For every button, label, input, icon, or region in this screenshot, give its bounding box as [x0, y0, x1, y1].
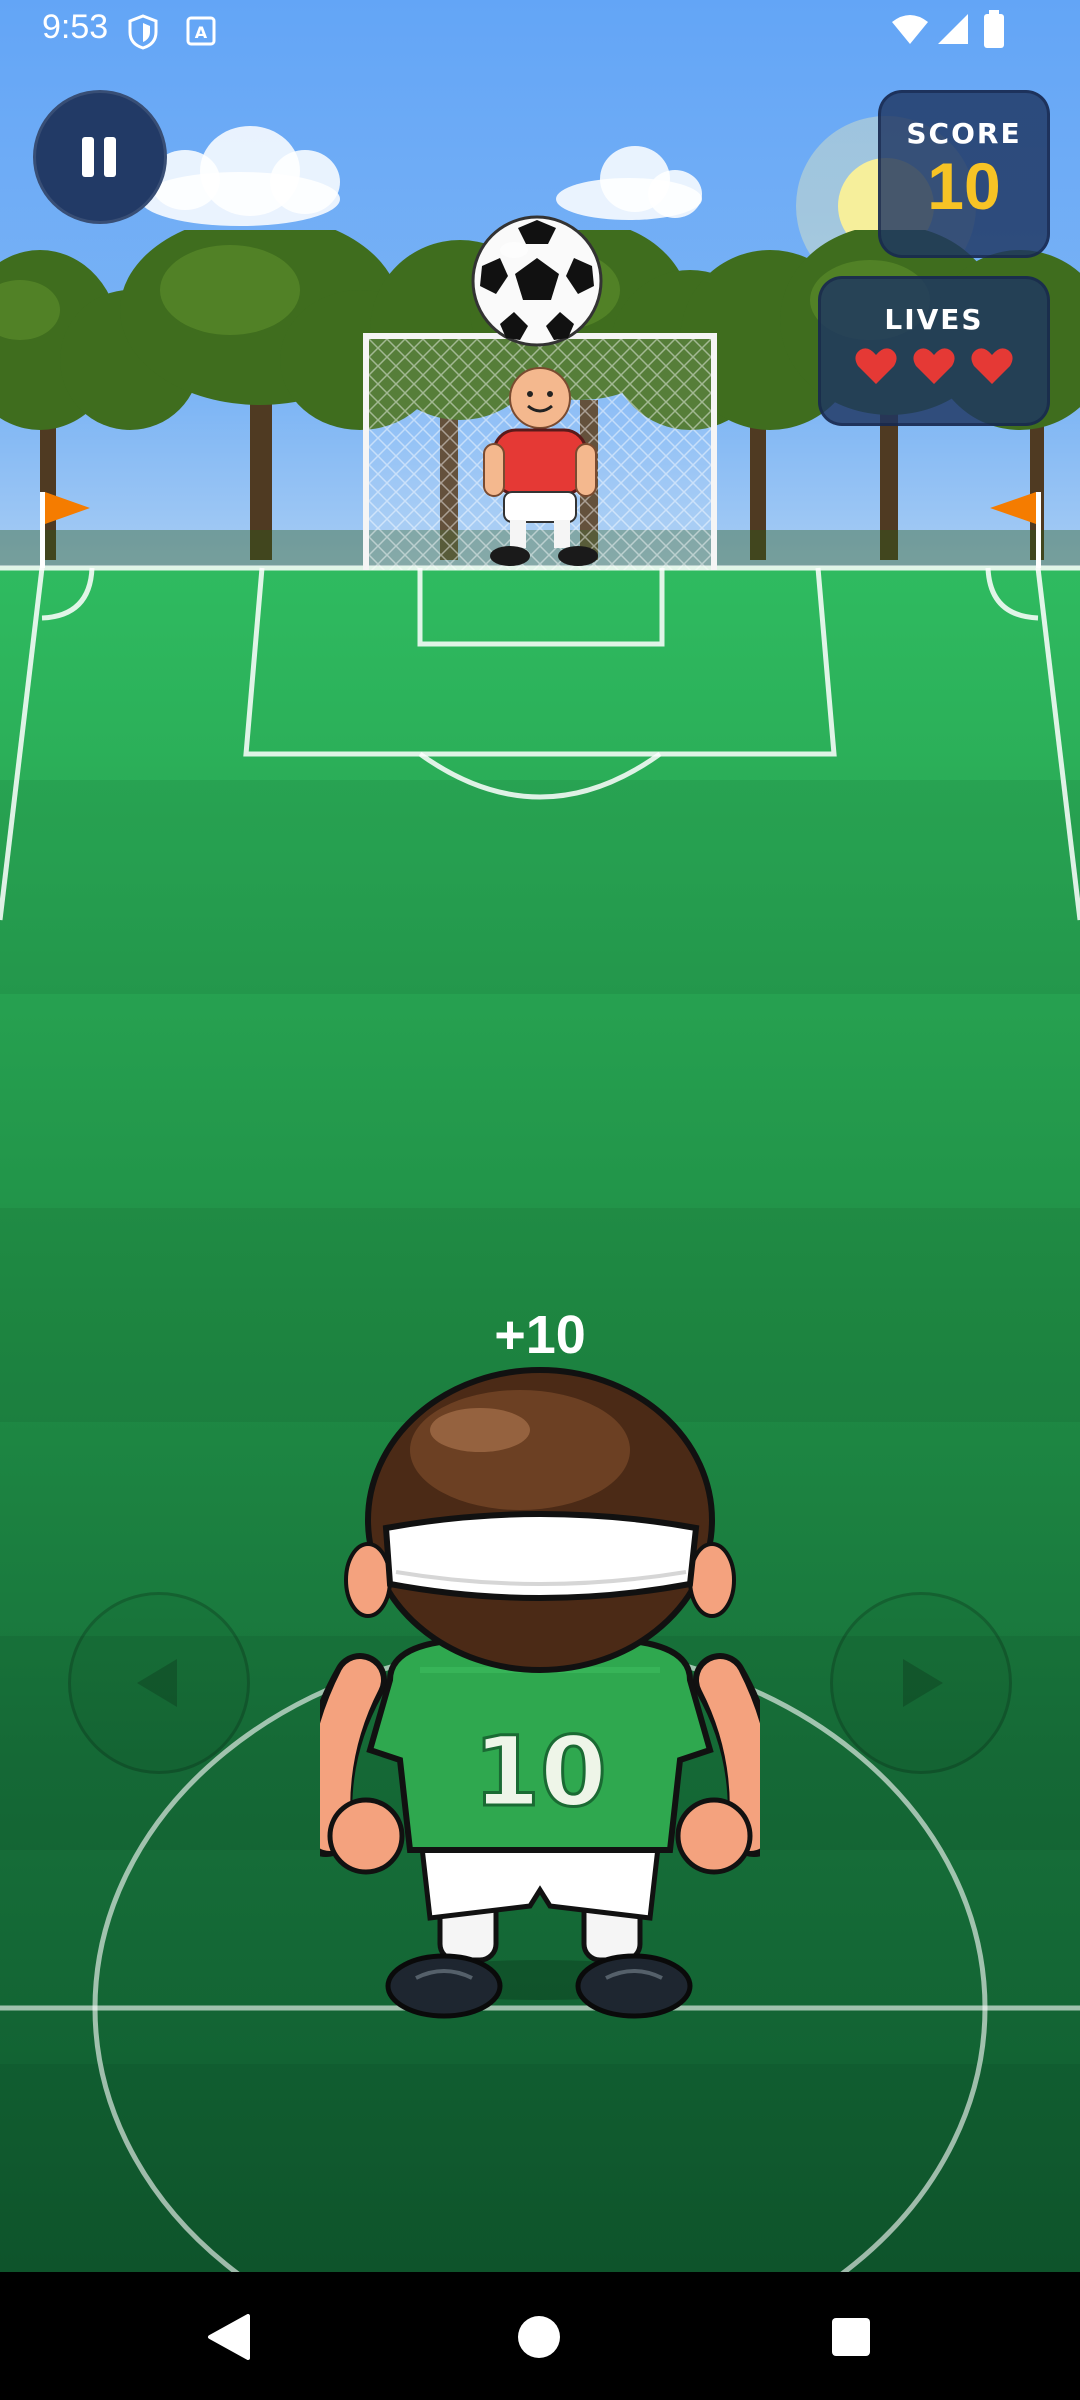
- home-icon[interactable]: [516, 2314, 562, 2360]
- cell-signal-icon: [938, 14, 968, 44]
- svg-text:A: A: [195, 23, 208, 42]
- navigation-bar: [0, 2272, 1080, 2400]
- pause-icon: [82, 137, 94, 177]
- corner-flag-left: [40, 492, 90, 568]
- player-jersey-number: 10: [473, 1716, 607, 1828]
- shield-icon: [128, 14, 158, 50]
- pause-button[interactable]: [33, 90, 167, 224]
- lives-hearts: [821, 346, 1047, 386]
- score-panel: SCORE 10: [878, 90, 1050, 258]
- score-value: 10: [927, 149, 1001, 223]
- move-right-button[interactable]: [830, 1592, 1012, 1774]
- arrow-right-icon: [903, 1659, 943, 1707]
- soccer-ball: [471, 215, 603, 347]
- font-app-icon: A: [186, 16, 216, 46]
- score-label: SCORE: [906, 117, 1022, 150]
- heart-icon: [971, 348, 1013, 384]
- move-left-button[interactable]: [68, 1592, 250, 1774]
- heart-icon: [855, 348, 897, 384]
- arrow-left-icon: [137, 1659, 177, 1707]
- back-icon[interactable]: [206, 2314, 250, 2360]
- battery-icon: [984, 10, 1004, 48]
- lives-label: LIVES: [884, 303, 984, 336]
- corner-flag-right: [990, 492, 1041, 568]
- status-time: 9:53: [42, 8, 109, 46]
- player-character: 10: [320, 1367, 760, 2019]
- status-bar: 9:53 A: [0, 0, 1080, 60]
- lives-panel: LIVES: [818, 276, 1050, 426]
- goalkeeper: [483, 367, 598, 566]
- wifi-icon: [892, 15, 928, 44]
- recents-icon[interactable]: [830, 2316, 872, 2358]
- heart-icon: [913, 348, 955, 384]
